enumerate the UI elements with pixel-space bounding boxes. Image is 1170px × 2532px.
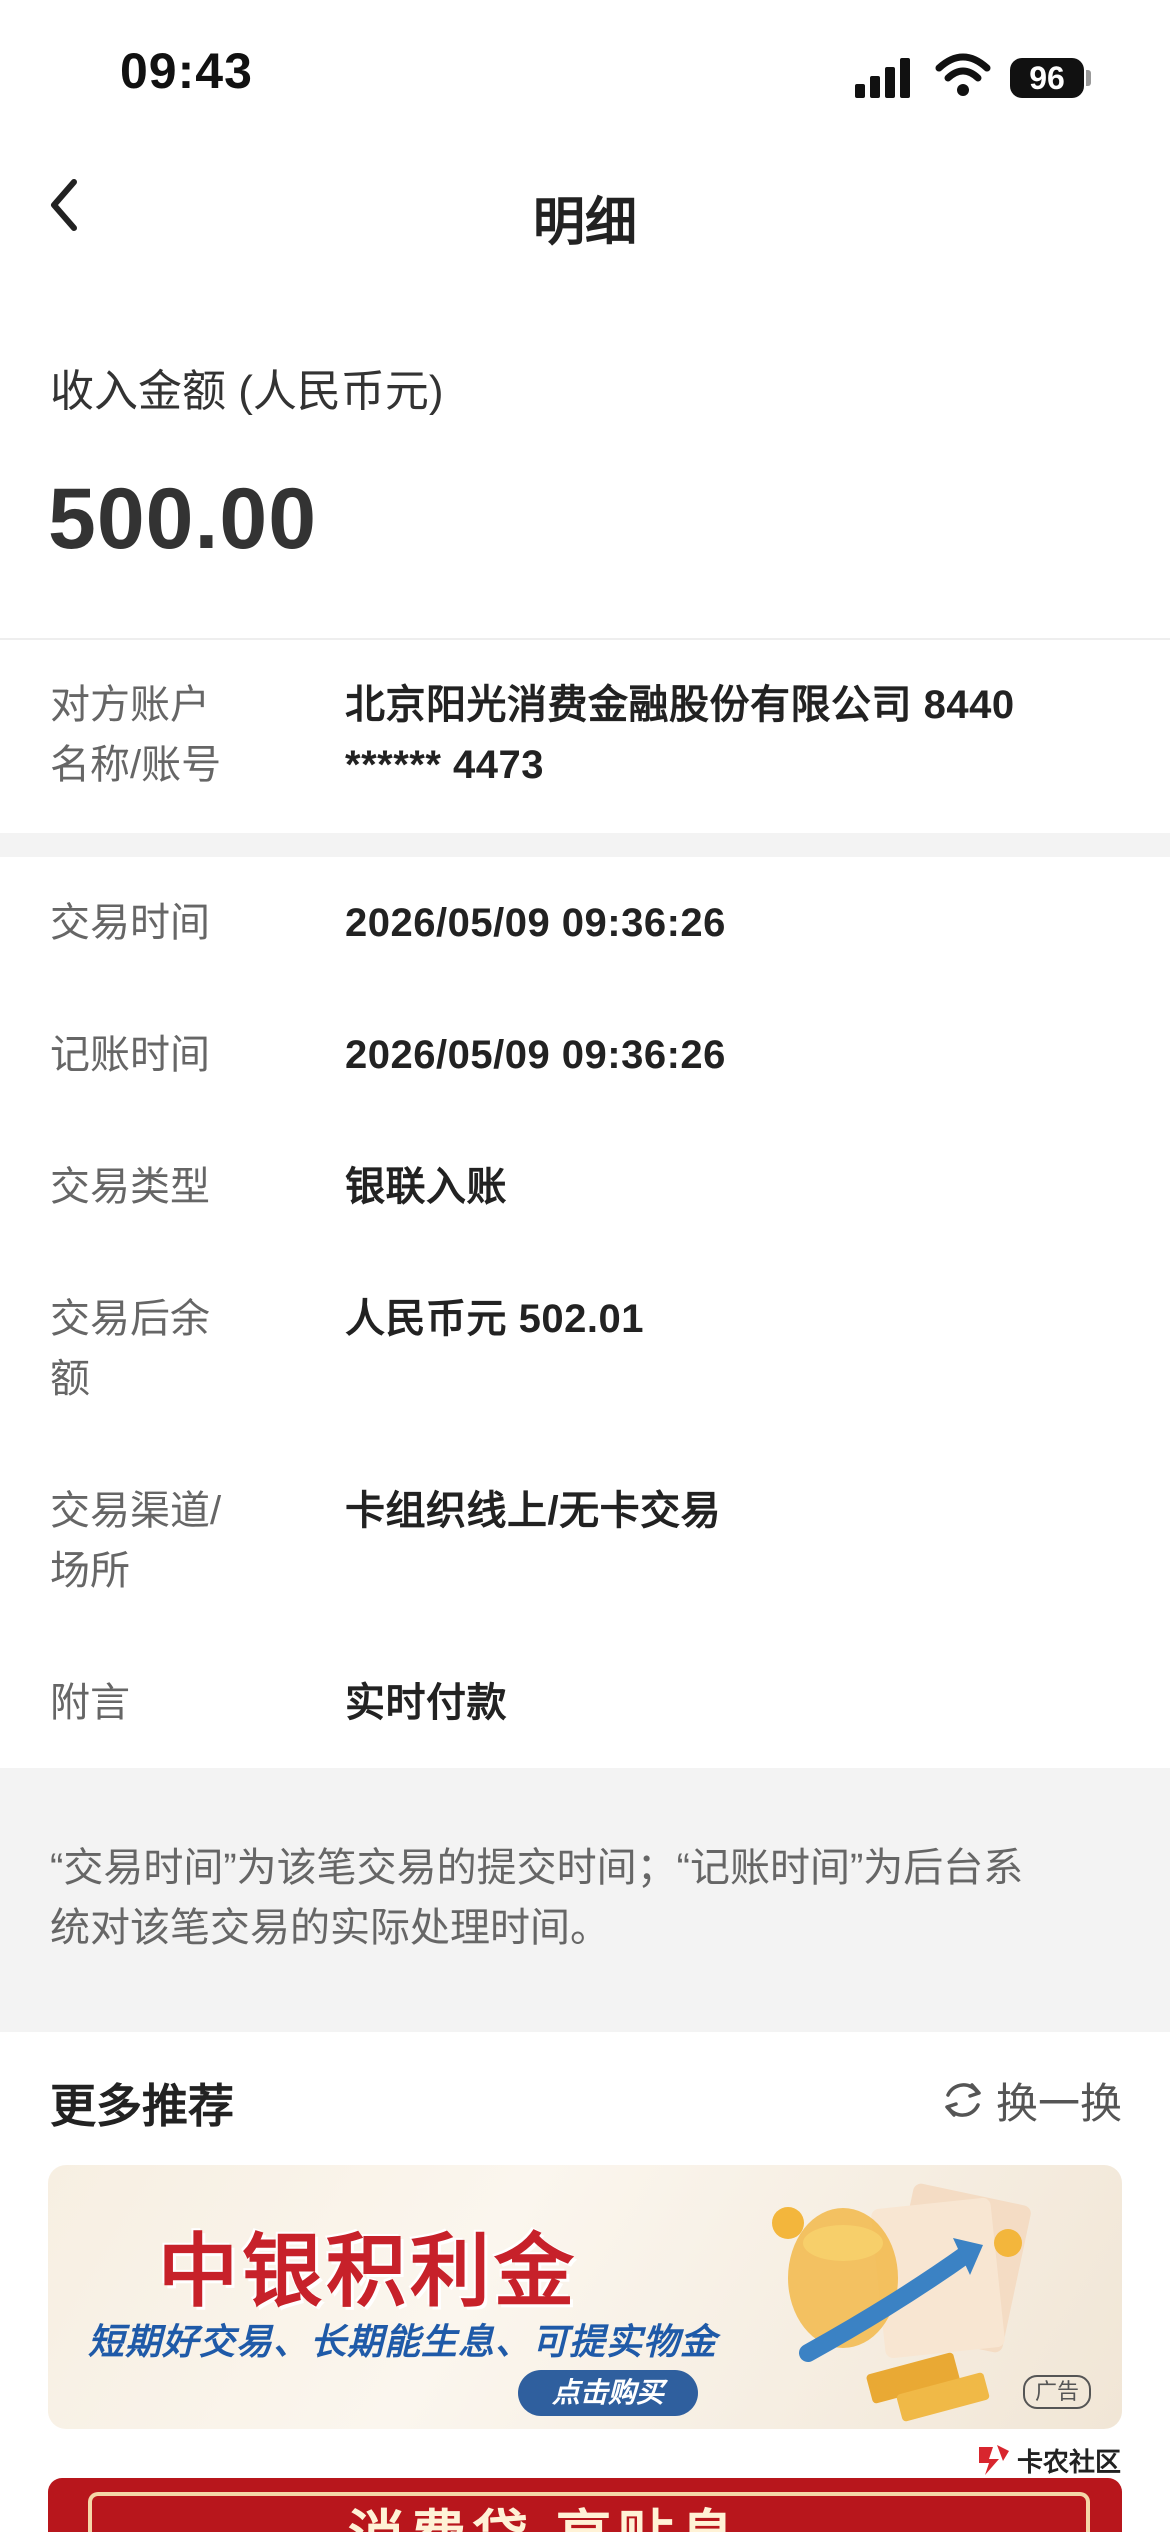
divider [0, 638, 1170, 640]
detail-row-trade-type: 交易类型 银联入账 [0, 1157, 1170, 1217]
status-bar: 09:43 96 [0, 0, 1170, 150]
detail-label-line1: 交易渠道/ [50, 1489, 222, 1533]
detail-row-remark: 附言 实时付款 [0, 1673, 1170, 1733]
detail-row-trade-time: 交易时间 2026/05/09 09:36:26 [0, 893, 1170, 953]
detail-label-line2: 额 [50, 1357, 90, 1401]
more-title: 更多推荐 [50, 2080, 234, 2132]
banner2-text: 消费贷 享贴息 [348, 2492, 742, 2532]
refresh-label: 换一换 [996, 2079, 1123, 2127]
watermark: 卡农社区 [975, 2440, 1121, 2480]
detail-label: 附言 [50, 1681, 130, 1725]
note-line2: 统对该笔交易的实际处理时间。 [50, 1906, 610, 1950]
note-line1: “交易时间”为该笔交易的提交时间；“记账时间”为后台系 [50, 1846, 1024, 1890]
detail-label: 交易时间 [50, 901, 210, 945]
battery-indicator: 96 [1010, 58, 1084, 98]
counterparty-value-line1: 北京阳光消费金融股份有限公司 8440 [345, 683, 1015, 727]
detail-value: 实时付款 [345, 1681, 507, 1725]
detail-label: 记账时间 [50, 1033, 210, 1077]
detail-row-post-time: 记账时间 2026/05/09 09:36:26 [0, 1025, 1170, 1085]
note-box: “交易时间”为该笔交易的提交时间；“记账时间”为后台系 统对该笔交易的实际处理时… [0, 1768, 1170, 2032]
gold-coins-illustration [772, 2183, 1031, 2422]
detail-value: 2026/05/09 09:36:26 [345, 1033, 726, 1077]
detail-value: 卡组织线上/无卡交易 [345, 1489, 722, 1533]
detail-value: 银联入账 [345, 1165, 507, 1209]
detail-row-balance: 交易后余 额 人民币元 502.01 [0, 1289, 1170, 1409]
page-title: 明细 [532, 194, 637, 252]
detail-value: 人民币元 502.01 [345, 1297, 644, 1341]
detail-label-line2: 场所 [50, 1549, 130, 1593]
refresh-button[interactable]: 换一换 [940, 2070, 1122, 2130]
note-text: “交易时间”为该笔交易的提交时间；“记账时间”为后台系 统对该笔交易的实际处理时… [50, 1838, 1120, 1958]
counterparty-value-line2: ****** 4473 [345, 743, 544, 787]
watermark-text: 卡农社区 [1017, 2446, 1122, 2477]
detail-label-line1: 交易后余 [50, 1297, 210, 1341]
promo-banner-2[interactable]: 消费贷 享贴息 [48, 2478, 1122, 2532]
battery-nub [1086, 70, 1091, 86]
detail-row-channel: 交易渠道/ 场所 卡组织线上/无卡交易 [0, 1481, 1170, 1601]
counterparty-label-line2: 名称/账号 [50, 743, 222, 787]
status-time: 09:43 [120, 43, 253, 99]
nav-bar: 明细 [0, 150, 1170, 270]
watermark-logo-icon [979, 2445, 1009, 2475]
section-gap [0, 833, 1170, 857]
banner-cta-button[interactable]: 点击购买 [518, 2370, 698, 2416]
banner-subtitle: 短期好交易、长期能生息、可提实物金 [88, 2321, 718, 2362]
wifi-icon [935, 53, 991, 96]
detail-value: 2026/05/09 09:36:26 [345, 901, 726, 945]
cellular-signal-icon [855, 56, 915, 98]
amount-label: 收入金额 (人民币元) [50, 367, 444, 416]
detail-label: 交易类型 [50, 1165, 210, 1209]
counterparty-row: 对方账户 名称/账号 北京阳光消费金融股份有限公司 8440 ****** 44… [0, 675, 1170, 805]
refresh-icon [945, 2083, 981, 2117]
promo-banner[interactable]: 中银积利金 短期好交易、长期能生息、可提实物金 点击购买 广告 [48, 2165, 1122, 2429]
amount-value: 500.00 [48, 471, 318, 567]
counterparty-label-line1: 对方账户 [50, 683, 210, 727]
ad-tag: 广告 [1023, 2375, 1091, 2409]
banner-headline: 中银积利金 [158, 2224, 578, 2318]
